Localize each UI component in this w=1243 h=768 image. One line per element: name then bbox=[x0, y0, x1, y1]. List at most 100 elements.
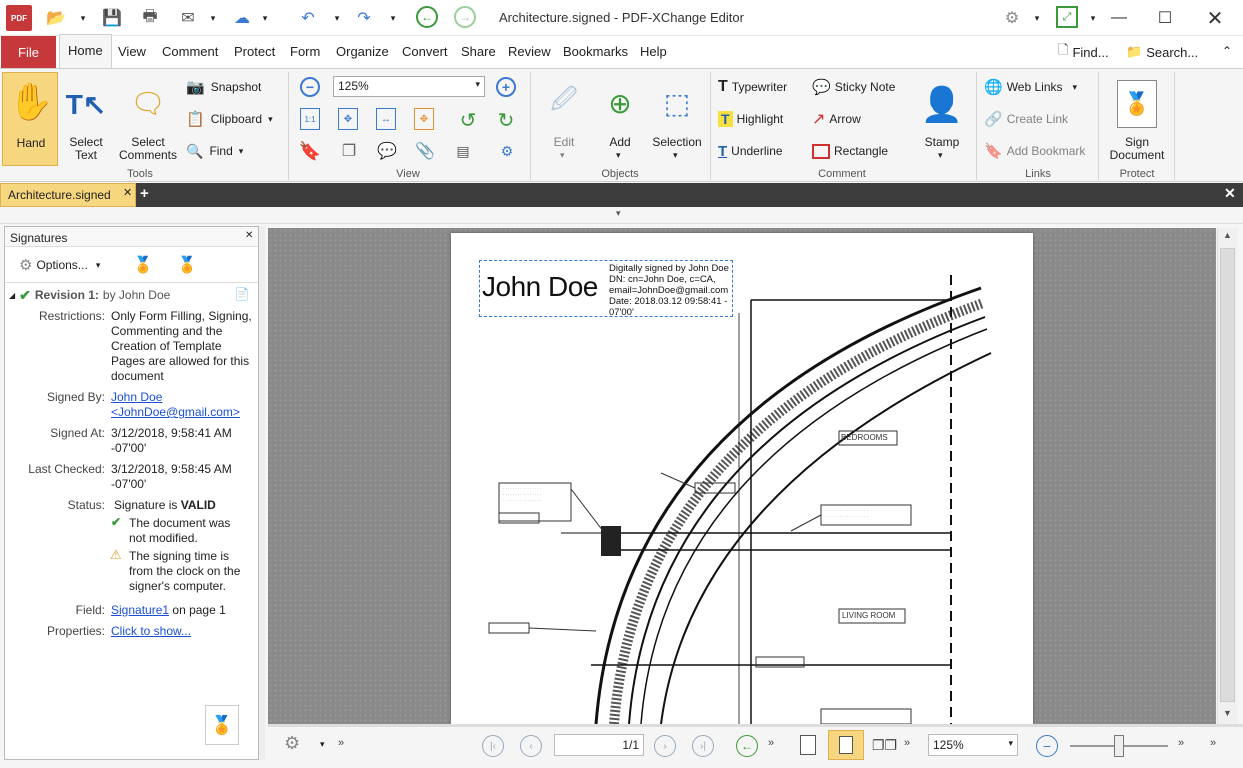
sign-document-button[interactable]: 🏅 Sign Document bbox=[1104, 76, 1170, 166]
clipboard-button[interactable]: 📋 Clipboard ▾ bbox=[186, 110, 273, 128]
scroll-thumb[interactable] bbox=[1220, 248, 1235, 702]
single-page-icon[interactable] bbox=[800, 735, 816, 755]
expand-arrow-icon[interactable]: ▾ bbox=[616, 208, 621, 219]
panel-splitter[interactable] bbox=[259, 226, 265, 760]
tab-review[interactable]: Review bbox=[502, 36, 557, 68]
rotate-right-icon[interactable]: ↻ bbox=[494, 108, 518, 132]
last-page-icon[interactable]: ›| bbox=[692, 735, 714, 757]
scroll-down-arrow-icon[interactable]: ▼ bbox=[1223, 708, 1232, 718]
add-button[interactable]: ⊕ Add ▾ bbox=[594, 76, 646, 166]
pages-icon[interactable]: ❐ bbox=[338, 140, 360, 162]
prev-page-icon[interactable]: ‹ bbox=[520, 735, 542, 757]
tab-help[interactable]: Help bbox=[634, 36, 673, 68]
facing-pages-icon[interactable]: ❐❐ bbox=[872, 737, 897, 754]
clear-signature-icon[interactable]: 🏅 bbox=[175, 253, 199, 277]
signature-field[interactable]: John Doe Digitally signed by John Doe DN… bbox=[479, 260, 733, 318]
continuous-page-icon[interactable] bbox=[828, 730, 864, 760]
tab-organize[interactable]: Organize bbox=[330, 36, 395, 68]
more-icon[interactable]: » bbox=[338, 737, 344, 749]
close-all-tabs-icon[interactable]: ✕ bbox=[1224, 185, 1236, 202]
page-number-input[interactable]: 1/1 bbox=[554, 734, 644, 756]
continuous-page-glyph bbox=[839, 736, 853, 754]
file-menu[interactable]: File bbox=[1, 36, 56, 68]
fullscreen-icon[interactable]: ⤢ bbox=[1056, 6, 1078, 28]
pdf-page[interactable]: · · · · · · · · · · · · · · · · · · · · … bbox=[451, 233, 1033, 724]
status-zoom-combo[interactable]: 125% ▾ bbox=[928, 734, 1018, 756]
arrow-button[interactable]: ↗ Arrow bbox=[812, 110, 861, 128]
panel-divider bbox=[5, 282, 258, 283]
zoom-combo[interactable]: 125% ▾ bbox=[333, 76, 485, 97]
scroll-up-arrow-icon[interactable]: ▲ bbox=[1223, 230, 1232, 240]
vertical-scrollbar[interactable]: ▲ ▼ bbox=[1217, 228, 1237, 724]
layers-icon[interactable]: ▤ bbox=[452, 140, 474, 162]
close-button[interactable]: ✕ bbox=[1192, 0, 1238, 36]
more-icon[interactable]: » bbox=[1178, 737, 1184, 749]
status-zoom-out-icon[interactable]: − bbox=[1036, 735, 1058, 757]
more-icon[interactable]: » bbox=[904, 737, 910, 749]
edit-label: Edit bbox=[553, 135, 575, 149]
find-button[interactable]: 🗋 Find... bbox=[1058, 42, 1109, 61]
web-links-button[interactable]: 🌐 Web Links ▾ bbox=[984, 78, 1077, 96]
selection-button[interactable]: ⬚ Selection ▾ bbox=[648, 76, 706, 166]
zoom-slider-thumb[interactable] bbox=[1114, 735, 1124, 757]
collapse-ribbon-icon[interactable]: ⌃ bbox=[1222, 44, 1232, 58]
nav-back-icon[interactable]: ← bbox=[736, 735, 758, 757]
stamp-button[interactable]: 👤 Stamp ▾ bbox=[914, 76, 970, 166]
maximize-button[interactable]: ☐ bbox=[1142, 0, 1188, 36]
bookmark-icon[interactable]: 🔖 bbox=[299, 140, 321, 162]
fit-page-icon[interactable]: ✥ bbox=[338, 108, 358, 130]
select-comments-button[interactable]: 🗨 Select Comments bbox=[116, 76, 180, 166]
settings-icon[interactable]: ⚙ bbox=[1000, 6, 1024, 30]
rectangle-button[interactable]: Rectangle bbox=[812, 142, 888, 160]
close-tab-icon[interactable]: ✕ bbox=[123, 186, 132, 199]
validate-signature-icon[interactable]: 🏅 bbox=[131, 253, 155, 277]
close-panel-icon[interactable]: ✕ bbox=[245, 230, 253, 241]
tab-share[interactable]: Share bbox=[455, 36, 502, 68]
more-icon[interactable]: » bbox=[1210, 737, 1216, 749]
document-tab[interactable]: Architecture.signed ✕ bbox=[0, 183, 136, 207]
dropdown-arrow-icon[interactable]: ▾ bbox=[320, 739, 325, 750]
web-links-label: Web Links bbox=[1006, 80, 1063, 94]
hand-tool-button[interactable]: ✋ Hand bbox=[2, 72, 58, 166]
signed-by-email-link[interactable]: <JohnDoe@gmail.com> bbox=[111, 405, 240, 420]
select-text-button[interactable]: T↖ Select Text bbox=[60, 76, 112, 166]
options-button[interactable]: ⚙ Options... ▾ bbox=[19, 255, 100, 275]
highlight-button[interactable]: T Highlight bbox=[718, 110, 783, 128]
tab-comment[interactable]: Comment bbox=[156, 36, 224, 68]
next-page-icon[interactable]: › bbox=[654, 735, 676, 757]
snapshot-button[interactable]: 📷 Snapshot bbox=[186, 78, 261, 96]
tab-bookmarks[interactable]: Bookmarks bbox=[557, 36, 634, 68]
fit-width-icon[interactable]: ↔ bbox=[376, 108, 396, 130]
typewriter-button[interactable]: T Typewriter bbox=[718, 78, 787, 96]
tab-convert[interactable]: Convert bbox=[396, 36, 454, 68]
tab-protect[interactable]: Protect bbox=[228, 36, 281, 68]
find-tool-button[interactable]: 🔍 Find ▾ bbox=[186, 142, 243, 160]
fit-visible-icon[interactable]: ✥ bbox=[414, 108, 434, 130]
rotate-left-icon[interactable]: ↺ bbox=[456, 108, 480, 132]
revision-row[interactable]: ◢ ✔ Revision 1: by John Doe bbox=[9, 287, 170, 303]
new-tab-icon[interactable]: + bbox=[140, 185, 149, 202]
comments-icon[interactable]: 💬 bbox=[376, 140, 398, 162]
actual-size-icon[interactable]: 1:1 bbox=[300, 108, 320, 130]
snapshot-label: Snapshot bbox=[210, 80, 262, 94]
zoom-out-icon[interactable]: − bbox=[300, 77, 320, 97]
properties-icon[interactable]: ⚙ bbox=[496, 140, 518, 162]
more-icon[interactable]: » bbox=[768, 737, 774, 749]
first-page-icon[interactable]: |‹ bbox=[482, 735, 504, 757]
properties-link[interactable]: Click to show... bbox=[111, 624, 191, 639]
attachment-icon[interactable]: 📎 bbox=[414, 140, 436, 162]
field-link[interactable]: Signature1 bbox=[111, 603, 169, 617]
svg-text:· · · · · · · · · · · · · · ·: · · · · · · · · · · · · · · · · · · bbox=[825, 514, 868, 519]
tab-view[interactable]: View bbox=[112, 36, 152, 68]
tab-home[interactable]: Home bbox=[59, 34, 112, 69]
zoom-in-icon[interactable]: + bbox=[496, 77, 516, 97]
underline-button[interactable]: T Underline bbox=[718, 142, 783, 160]
panel-scrollbar[interactable] bbox=[246, 267, 256, 747]
dropdown-arrow-icon[interactable]: ▾ bbox=[1030, 6, 1044, 30]
signed-by-name-link[interactable]: John Doe bbox=[111, 390, 162, 405]
minimize-button[interactable]: — bbox=[1096, 0, 1142, 36]
search-button[interactable]: 📁 Search... bbox=[1126, 43, 1198, 61]
tab-form[interactable]: Form bbox=[284, 36, 326, 68]
sticky-note-button[interactable]: 💬 Sticky Note bbox=[812, 78, 895, 96]
status-gear-icon[interactable]: ⚙ bbox=[284, 733, 300, 754]
